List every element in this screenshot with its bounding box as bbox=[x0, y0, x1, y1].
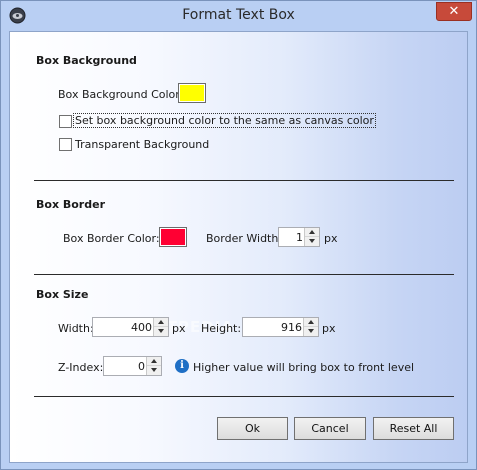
chevron-down-icon bbox=[158, 329, 164, 333]
chevron-up-icon bbox=[308, 320, 314, 324]
border-width-input[interactable] bbox=[279, 228, 305, 246]
border-width-spinner[interactable] bbox=[278, 227, 320, 247]
box-background-heading: Box Background bbox=[36, 54, 137, 67]
width-spinner[interactable] bbox=[92, 317, 169, 337]
dialog-body: SOFTPEDIA Box Background Box Background … bbox=[9, 31, 468, 463]
close-button[interactable]: ✕ bbox=[436, 2, 472, 21]
cancel-button[interactable]: Cancel bbox=[294, 417, 366, 440]
chevron-up-icon bbox=[309, 230, 315, 234]
zindex-label: Z-Index: bbox=[58, 361, 104, 374]
border-width-unit: px bbox=[324, 232, 338, 245]
reset-all-button[interactable]: Reset All bbox=[373, 417, 454, 440]
window-title: Format Text Box bbox=[182, 7, 295, 23]
zindex-input[interactable] bbox=[104, 357, 147, 375]
chevron-down-icon bbox=[151, 368, 157, 372]
height-label: Height: bbox=[201, 322, 242, 335]
box-background-color-label: Box Background Color: bbox=[58, 88, 184, 101]
format-text-box-dialog: Format Text Box ✕ SOFTPEDIA Box Backgrou… bbox=[0, 0, 477, 470]
box-border-heading: Box Border bbox=[36, 198, 105, 211]
height-increment-button[interactable] bbox=[304, 318, 318, 327]
section-divider bbox=[34, 274, 454, 275]
ok-button[interactable]: Ok bbox=[217, 417, 288, 440]
chevron-down-icon bbox=[308, 329, 314, 333]
chevron-down-icon bbox=[309, 239, 315, 243]
section-divider bbox=[34, 180, 454, 181]
box-border-color-label: Box Border Color: bbox=[63, 232, 160, 245]
width-decrement-button[interactable] bbox=[154, 327, 168, 336]
info-icon: i bbox=[175, 359, 189, 373]
height-unit: px bbox=[322, 322, 336, 335]
title-bar[interactable]: Format Text Box ✕ bbox=[1, 1, 476, 31]
transparent-background-checkbox[interactable] bbox=[59, 138, 72, 151]
width-increment-button[interactable] bbox=[154, 318, 168, 327]
transparent-background-label[interactable]: Transparent Background bbox=[75, 138, 209, 151]
border-width-decrement-button[interactable] bbox=[305, 237, 319, 246]
box-size-heading: Box Size bbox=[36, 288, 89, 301]
section-divider bbox=[34, 396, 454, 397]
border-width-label: Border Width: bbox=[206, 232, 283, 245]
same-as-canvas-checkbox[interactable] bbox=[59, 115, 72, 128]
same-as-canvas-label[interactable]: Set box background color to the same as … bbox=[73, 113, 376, 128]
box-background-color-swatch[interactable] bbox=[178, 83, 206, 103]
height-input[interactable] bbox=[243, 318, 304, 336]
width-unit: px bbox=[172, 322, 186, 335]
width-label: Width: bbox=[58, 322, 94, 335]
chevron-up-icon bbox=[158, 320, 164, 324]
zindex-spinner[interactable] bbox=[103, 356, 162, 376]
chevron-up-icon bbox=[151, 359, 157, 363]
width-input[interactable] bbox=[93, 318, 154, 336]
zindex-hint: Higher value will bring box to front lev… bbox=[193, 361, 415, 374]
height-decrement-button[interactable] bbox=[304, 327, 318, 336]
height-spinner[interactable] bbox=[242, 317, 319, 337]
border-width-increment-button[interactable] bbox=[305, 228, 319, 237]
box-border-color-swatch[interactable] bbox=[159, 227, 187, 247]
zindex-increment-button[interactable] bbox=[147, 357, 161, 366]
zindex-decrement-button[interactable] bbox=[147, 366, 161, 375]
